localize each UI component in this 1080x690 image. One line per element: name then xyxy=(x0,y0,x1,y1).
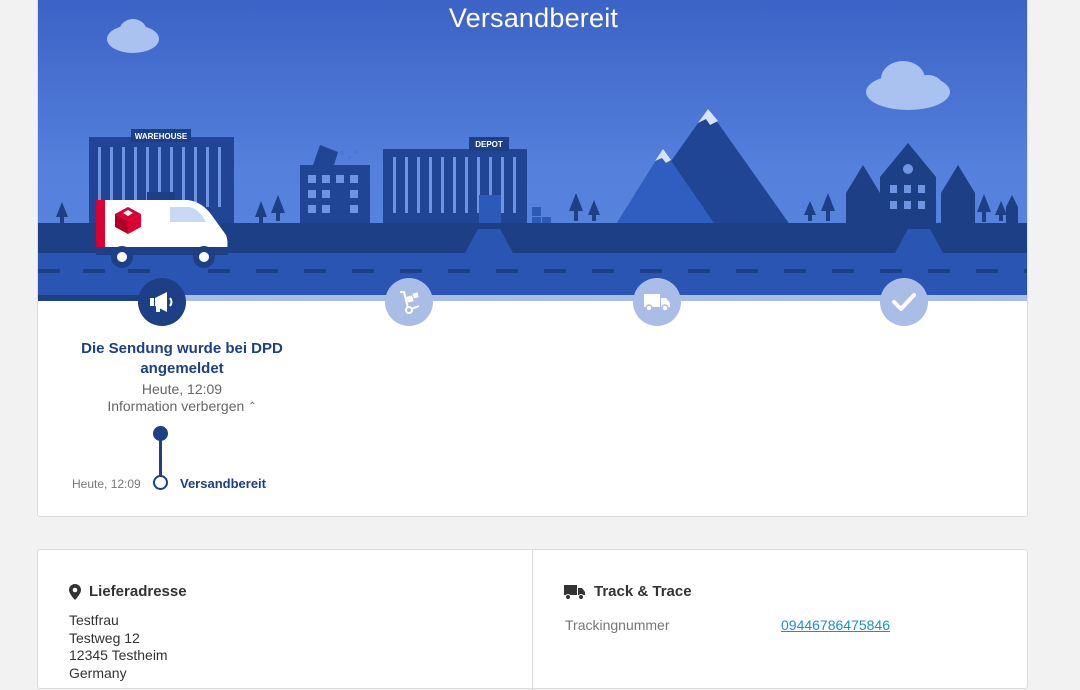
timeline-event-time: Heute, 12:09 xyxy=(72,477,141,491)
tracking-number-label: Trackingnummer xyxy=(565,617,670,633)
status-time: Heute, 12:09 xyxy=(141,381,223,397)
delivery-address-heading: Lieferadresse xyxy=(69,583,187,600)
status-title: Die Sendung wurde bei DPD angemeldet xyxy=(81,340,283,377)
delivery-van-icon xyxy=(644,294,670,312)
checkmark-icon xyxy=(892,293,916,311)
shipment-illustration: WAREHOUSE DEPOT xyxy=(38,0,1027,309)
address-line: Germany xyxy=(69,664,127,681)
svg-text:DEPOT: DEPOT xyxy=(475,140,503,149)
timeline-dot xyxy=(153,475,168,490)
truck-icon xyxy=(564,584,586,600)
step-delivered[interactable] xyxy=(880,278,928,326)
address-line: Testweg 12 xyxy=(69,629,140,646)
step-at-depot[interactable] xyxy=(385,278,433,326)
delivery-address: Testfrau Testweg 12 12345 Testheim Germa… xyxy=(69,612,168,682)
delivery-address-title: Lieferadresse xyxy=(89,583,187,600)
track-trace-title: Track & Trace xyxy=(594,583,692,600)
status-info: Die Sendung wurde bei DPD angemeldet Heu… xyxy=(58,339,306,414)
address-line: 12345 Testheim xyxy=(69,647,168,663)
track-trace-heading: Track & Trace xyxy=(564,583,692,600)
map-pin-icon xyxy=(69,583,81,600)
chevron-up-icon: ⌃ xyxy=(248,401,257,412)
step-announced[interactable] xyxy=(138,278,186,326)
hide-information-toggle[interactable]: Information verbergen ⌃ xyxy=(58,398,306,414)
details-card: Lieferadresse Testfrau Testweg 12 12345 … xyxy=(37,549,1028,690)
step-in-delivery[interactable] xyxy=(633,278,681,326)
page-title: Versandbereit xyxy=(448,3,619,33)
svg-text:WAREHOUSE: WAREHOUSE xyxy=(135,132,188,141)
timeline-dot-current xyxy=(153,426,168,441)
timeline-event-label: Versandbereit xyxy=(180,476,266,491)
tracking-card: WAREHOUSE DEPOT Versandbereit Die Sendun… xyxy=(37,0,1028,517)
megaphone-icon xyxy=(150,292,173,312)
depot-building: DEPOT xyxy=(383,137,551,229)
column-divider xyxy=(532,550,533,690)
toggle-label: Information verbergen xyxy=(107,398,245,414)
tracking-number-link[interactable]: 09446786475846 xyxy=(781,617,890,633)
address-line: Testfrau xyxy=(69,612,119,628)
hand-truck-icon xyxy=(400,291,420,314)
